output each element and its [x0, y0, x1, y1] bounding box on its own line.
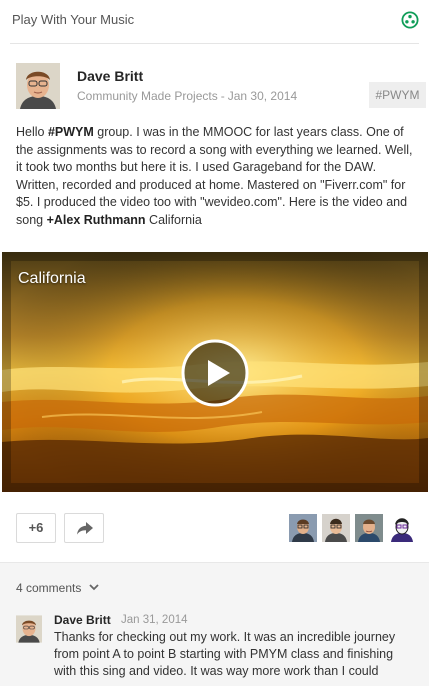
comment-count-toggle[interactable]: 4 comments — [16, 581, 81, 595]
comment-date[interactable]: Jan 31, 2014 — [121, 614, 188, 626]
comment-avatar[interactable] — [16, 615, 42, 643]
header-divider — [10, 43, 419, 44]
comments-section: 4 comments Dave Britt Jan 31, 2014 Thank… — [0, 562, 429, 686]
video-title: California — [18, 270, 86, 287]
video-player[interactable]: California — [2, 252, 428, 492]
post-body: Hello #PWYM group. I was in the MMOOC fo… — [16, 124, 418, 230]
plusser-avatar[interactable] — [322, 514, 350, 542]
plusser-avatar[interactable] — [355, 514, 383, 542]
plusser-avatar[interactable] — [388, 514, 416, 542]
post-text: California — [145, 212, 202, 227]
plusser-avatar[interactable] — [289, 514, 317, 542]
chevron-down-icon[interactable] — [89, 584, 99, 591]
mention-link[interactable]: +Alex Ruthmann — [47, 213, 146, 227]
meta-separator: - — [220, 89, 225, 103]
post-text: group. I was in the MMOOC for last years… — [16, 125, 413, 227]
community-header: Play With Your Music — [0, 0, 429, 44]
hashtag-link[interactable]: #PWYM — [48, 125, 94, 139]
post-meta: Community Made Projects - Jan 30, 2014 — [77, 89, 297, 103]
community-name[interactable]: Play With Your Music — [12, 12, 134, 27]
post-date[interactable]: Jan 30, 2014 — [228, 89, 297, 103]
author-name[interactable]: Dave Britt — [77, 68, 143, 84]
post-text: Hello — [16, 125, 48, 139]
share-button[interactable] — [64, 513, 104, 543]
community-icon[interactable] — [401, 11, 419, 29]
share-arrow-icon — [77, 522, 93, 535]
plus-one-button[interactable]: +6 — [16, 513, 56, 543]
comment-author[interactable]: Dave Britt — [54, 613, 111, 627]
hashtag-chip[interactable]: #PWYM — [369, 82, 426, 108]
post-category[interactable]: Community Made Projects — [77, 89, 218, 103]
post-actions: +6 — [0, 492, 429, 562]
author-avatar[interactable] — [16, 63, 60, 109]
comment-text: Thanks for checking out my work. It was … — [54, 630, 396, 679]
play-icon[interactable] — [180, 338, 250, 408]
